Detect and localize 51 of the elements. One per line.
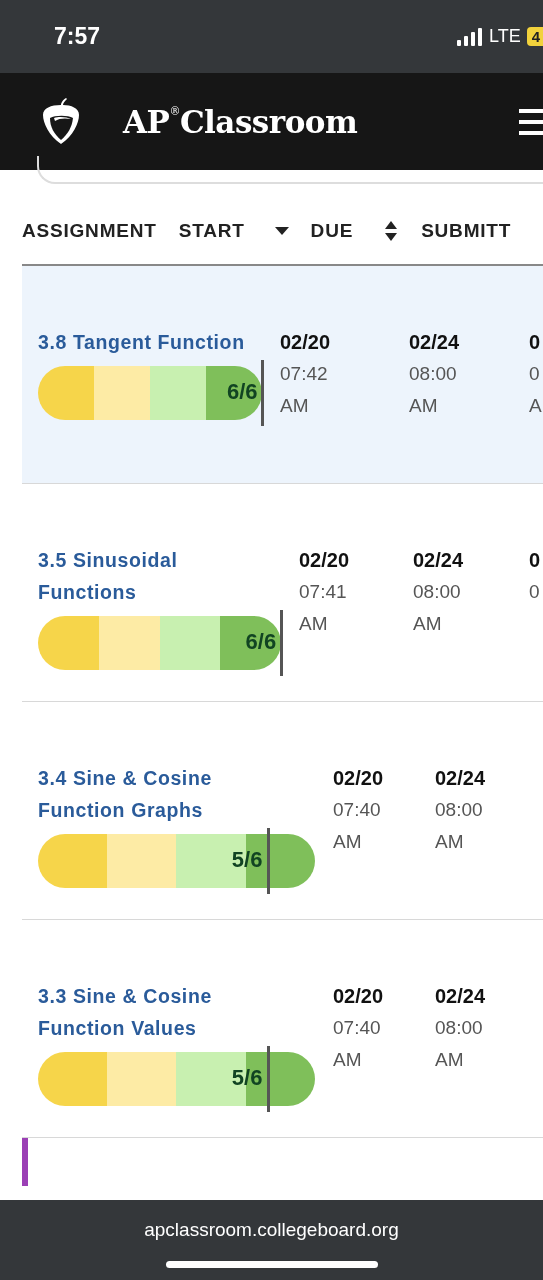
network-label: LTE (488, 26, 521, 47)
submitted-meridiem: A (529, 394, 543, 418)
start-meridiem: AM (333, 830, 363, 854)
due-meridiem: AM (413, 612, 443, 636)
assignment-link[interactable]: 3.4 Sine & Cosine Function Graphs (38, 762, 268, 826)
signal-icon (456, 27, 483, 46)
column-header[interactable]: ASSIGNMENT (22, 220, 157, 242)
start-time: 07:41 (299, 580, 348, 604)
submitted-date: 0 (529, 548, 542, 573)
table-row[interactable]: 3.5 Sinusoidal Functions 6/6 02/20 07:41 AM 02/24 08:00 AM 0 0 (22, 484, 543, 702)
submitted-time: 0 (529, 362, 541, 386)
submitted-date: 0 (529, 330, 542, 355)
start-date: 02/20 (280, 330, 332, 355)
start-meridiem: AM (299, 612, 329, 636)
due-date: 02/24 (435, 766, 487, 791)
due-time: 08:00 (435, 798, 484, 822)
start-date: 02/20 (333, 766, 385, 791)
column-header[interactable]: DUE (310, 220, 354, 242)
due-date: 02/24 (409, 330, 461, 355)
start-time: 07:42 (280, 362, 329, 386)
due-time: 08:00 (435, 1016, 484, 1040)
start-meridiem: AM (333, 1048, 363, 1072)
sort-down-icon[interactable] (274, 227, 289, 235)
due-date: 02/24 (413, 548, 465, 573)
start-date: 02/20 (333, 984, 385, 1009)
start-time: 07:40 (333, 1016, 382, 1040)
assignment-link[interactable]: 3.5 Sinusoidal Functions (38, 544, 268, 608)
column-header[interactable]: START (178, 220, 245, 242)
score-value: 6/6 (245, 629, 277, 655)
due-meridiem: AM (435, 830, 465, 854)
acorn-logo-icon (41, 97, 81, 146)
score-value: 6/6 (226, 379, 258, 405)
submitted-time: 0 (529, 580, 541, 604)
start-date: 02/20 (299, 548, 351, 573)
menu-icon[interactable] (519, 109, 543, 135)
assignment-link[interactable]: 3.3 Sine & Cosine Function Values (38, 980, 268, 1044)
clock-time: 7:57 (54, 23, 101, 50)
battery-level: 4 (526, 27, 543, 46)
start-time: 07:40 (333, 798, 382, 822)
assignment-link[interactable]: 3.8 Tangent Function (38, 326, 268, 358)
sort-icon[interactable] (385, 221, 398, 241)
due-time: 08:00 (413, 580, 462, 604)
url-text[interactable]: apclassroom.collegeboard.org (144, 1219, 399, 1241)
selected-row[interactable]: 3.8 Tangent Function 6/6 02/20 07:42 AM 02/24 08:00 AM 0 0 A (22, 266, 543, 484)
app-title: AP$^{®}$Classroom (123, 103, 358, 140)
column-header[interactable]: SUBMITT (421, 220, 512, 242)
due-meridiem: AM (409, 394, 439, 418)
start-meridiem: AM (280, 394, 310, 418)
due-date: 02/24 (435, 984, 487, 1009)
due-meridiem: AM (435, 1048, 465, 1072)
due-time: 08:00 (409, 362, 458, 386)
